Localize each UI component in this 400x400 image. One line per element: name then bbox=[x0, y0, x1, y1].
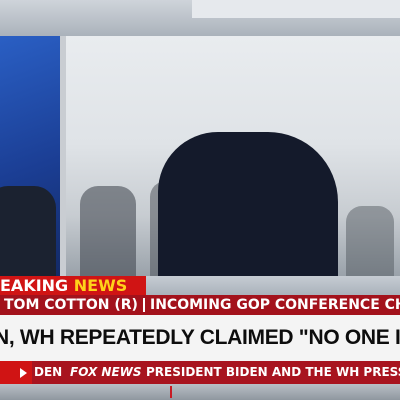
play-arrow-icon bbox=[20, 368, 27, 378]
strip-marker bbox=[170, 386, 182, 398]
speaker-name: TOM COTTON (R) bbox=[4, 297, 138, 313]
studio-frame-bar bbox=[192, 0, 400, 18]
background-figure bbox=[80, 186, 136, 276]
headline-bar: N, WH REPEATEDLY CLAIMED "NO ONE IS ABOV… bbox=[0, 315, 400, 361]
strap-divider bbox=[143, 298, 145, 312]
speaker-title: INCOMING GOP CONFERENCE CHAIR bbox=[150, 297, 400, 313]
headline-text: N, WH REPEATEDLY CLAIMED "NO ONE IS ABOV… bbox=[0, 326, 400, 349]
ticker-text: PRESIDENT BIDEN AND THE WH PRESS SEC bbox=[146, 365, 400, 379]
network-logo: FOX NEWS bbox=[70, 361, 142, 384]
banner-backdrop bbox=[146, 276, 400, 295]
background-figure bbox=[346, 206, 394, 276]
network-logo-text: FOX NEWS bbox=[70, 365, 142, 379]
speaker-name-strap: TOM COTTON (R) INCOMING GOP CONFERENCE C… bbox=[0, 295, 400, 315]
video-pane-left bbox=[0, 36, 60, 276]
ticker-prefix: DEN bbox=[34, 365, 63, 379]
breaking-news-banner: EAKING NEWS bbox=[0, 276, 146, 295]
news-ticker: DEN FOX NEWS PRESIDENT BIDEN AND THE WH … bbox=[0, 361, 400, 384]
bottom-graphic-strip bbox=[0, 384, 400, 400]
studio-frame bbox=[0, 0, 400, 36]
anchor-silhouette bbox=[0, 186, 56, 276]
live-indicator bbox=[0, 361, 32, 384]
video-pane-right bbox=[66, 36, 400, 276]
news-label: NEWS bbox=[73, 276, 128, 295]
breaking-label: EAKING bbox=[0, 276, 69, 295]
subject-silhouette bbox=[158, 132, 338, 276]
